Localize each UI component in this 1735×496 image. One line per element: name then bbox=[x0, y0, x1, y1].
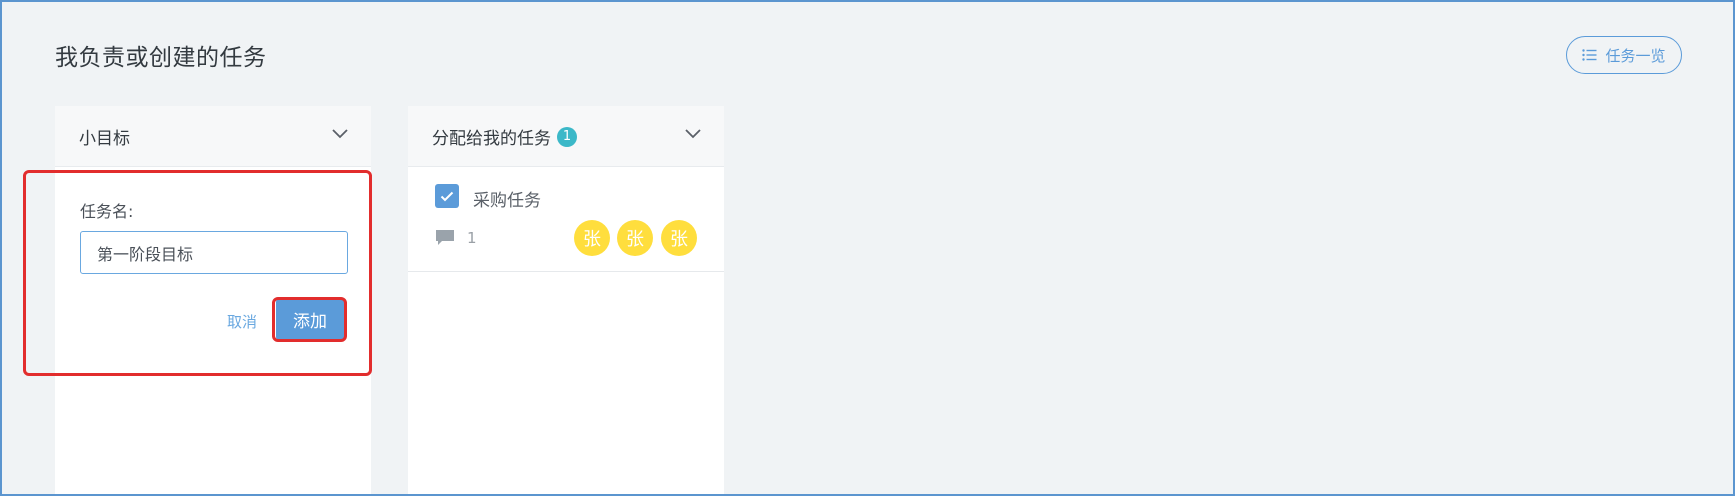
assignee-avatar[interactable]: 张 bbox=[574, 220, 610, 256]
checkmark-icon bbox=[440, 191, 454, 201]
cancel-link[interactable]: 取消 bbox=[227, 311, 257, 332]
add-button[interactable]: 添加 bbox=[276, 299, 344, 340]
task-overview-label: 任务一览 bbox=[1605, 46, 1666, 65]
task-count-badge: 1 bbox=[557, 126, 577, 147]
app-frame: 我负责或创建的任务 任务一览 小目标 任务名: 取消 添加 bbox=[0, 0, 1735, 496]
page-title: 我负责或创建的任务 bbox=[55, 45, 267, 71]
task-name-label: 任务名: bbox=[80, 202, 134, 221]
task-name-input[interactable] bbox=[80, 231, 348, 274]
comment-icon bbox=[436, 230, 454, 245]
task-name: 采购任务 bbox=[473, 191, 541, 211]
list-icon bbox=[1582, 49, 1597, 61]
task-card[interactable]: 采购任务 1 张 张 张 bbox=[408, 167, 724, 272]
task-overview-button[interactable]: 任务一览 bbox=[1566, 36, 1682, 74]
assignee-avatar[interactable]: 张 bbox=[617, 220, 653, 256]
column-title: 分配给我的任务 bbox=[432, 129, 551, 149]
comment-count: 1 bbox=[467, 229, 477, 247]
column-assigned-tasks: 分配给我的任务 1 采购任务 1 张 张 张 bbox=[408, 106, 724, 494]
chevron-down-icon[interactable] bbox=[684, 128, 702, 140]
add-task-form: 任务名: 取消 添加 bbox=[55, 106, 371, 494]
assignee-avatar[interactable]: 张 bbox=[661, 220, 697, 256]
task-checkbox[interactable] bbox=[435, 184, 459, 208]
column-header: 分配给我的任务 1 bbox=[408, 106, 724, 167]
